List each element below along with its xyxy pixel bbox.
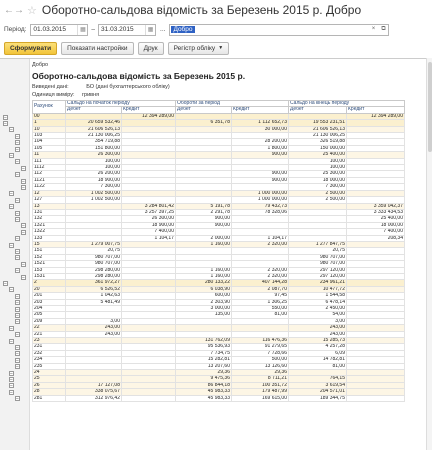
amount-cell: 189 344,75 [288, 394, 347, 403]
outline-toggle-icon[interactable]: − [9, 191, 14, 197]
outline-toggle-icon[interactable]: − [15, 140, 20, 146]
outline-toggle-icon[interactable]: − [21, 261, 26, 267]
amount-cell [121, 394, 176, 403]
report-table: Рахунок Сальдо на початок періоду Оборот… [32, 99, 405, 403]
outline-toggle-icon[interactable]: − [9, 389, 14, 395]
account-cell: 281 [32, 394, 66, 403]
date-to-field[interactable]: 31.03.2015 ▦ [98, 23, 157, 36]
outline-toggle-icon[interactable]: − [15, 293, 20, 299]
outline-toggle-icon[interactable]: − [9, 127, 14, 133]
outline-toggle-icon[interactable]: − [21, 274, 26, 280]
date-from-field[interactable]: 01.03.2015 ▦ [30, 23, 89, 36]
amount-cell: 45 983,33 [175, 394, 232, 403]
clear-icon[interactable]: × [368, 26, 378, 33]
outline-toggle-icon[interactable]: − [9, 370, 14, 376]
report-org-name: Добро [32, 62, 49, 68]
date-from-value: 01.03.2015 [33, 26, 66, 33]
outline-toggle-icon[interactable]: − [3, 120, 8, 126]
outline-toggle-icon[interactable]: − [15, 216, 20, 222]
toolbar: Сформувати Показати настройки Друк Регіс… [0, 41, 432, 55]
outline-toggle-icon[interactable]: − [15, 332, 20, 338]
outline-toggle-icon[interactable]: − [15, 344, 20, 350]
organization-value: Добро [171, 26, 195, 33]
amount-cell [346, 394, 405, 403]
report-data-row: Виведені дані: БО (дані бухгалтерського … [32, 84, 170, 90]
vertical-scrollbar[interactable] [426, 58, 432, 450]
outline-toggle-icon[interactable]: − [15, 319, 20, 325]
register-button[interactable]: Регістр обліку ▼ [167, 41, 230, 55]
outline-toggle-icon[interactable]: − [15, 197, 20, 203]
table-header-row: Рахунок Сальдо на початок періоду Оборот… [32, 99, 405, 114]
outline-toggle-icon[interactable]: − [15, 236, 20, 242]
period-label: Період: [4, 26, 27, 33]
outline-toggle-icon[interactable]: − [15, 210, 20, 216]
amount-cell: 169 615,00 [231, 394, 289, 403]
outline-toggle-icon[interactable]: − [9, 152, 14, 158]
back-arrow-icon[interactable]: ← [4, 3, 14, 17]
header-account: Рахунок [32, 100, 66, 114]
outline-toggle-icon[interactable]: − [15, 172, 20, 178]
outline-toggle-icon[interactable]: − [15, 351, 20, 357]
outline-toggle-icon[interactable]: − [15, 268, 20, 274]
data-label: Виведені дані: [32, 84, 69, 90]
outline-toggle-icon[interactable]: − [15, 159, 20, 165]
outline-toggle-icon[interactable]: − [15, 306, 20, 312]
outline-toggle-icon[interactable]: − [15, 300, 20, 306]
outline-toggle-icon[interactable]: − [9, 383, 14, 389]
group-gutter: − − − − − − − − − − − − − − − − − − − − − − − − − − − − − − − − − − − − − − − −… [0, 59, 30, 450]
period-params: Період: 01.03.2015 ▦ – 31.03.2015 ▦ ... … [0, 21, 432, 38]
window-titlebar: ← → ☆ Оборотно-сальдова відомість за Бер… [0, 0, 432, 20]
outline-toggle-icon[interactable]: − [9, 376, 14, 382]
outline-toggle-icon[interactable]: − [3, 114, 8, 120]
show-settings-button[interactable]: Показати настройки [61, 41, 134, 55]
generate-button[interactable]: Сформувати [4, 41, 58, 55]
outline-toggle-icon[interactable]: − [21, 184, 26, 190]
outline-toggle-icon[interactable]: − [9, 242, 14, 248]
outline-toggle-icon[interactable]: − [3, 280, 8, 286]
units-label: Одиниця виміру: [32, 92, 75, 98]
register-label: Регістр обліку [173, 44, 216, 52]
units-value: гривня [82, 92, 100, 98]
outline-toggle-icon[interactable]: − [21, 178, 26, 184]
period-separator: – [91, 26, 96, 33]
date-to-value: 31.03.2015 [101, 26, 134, 33]
outline-toggle-icon[interactable]: − [15, 357, 20, 363]
chevron-down-icon: ▼ [218, 45, 224, 51]
outline-toggle-icon[interactable]: − [9, 287, 14, 293]
organization-field[interactable]: Добро × ⧉ [169, 23, 390, 36]
outline-toggle-icon[interactable]: − [21, 165, 26, 171]
outline-toggle-icon[interactable]: − [15, 255, 20, 261]
calendar-icon[interactable]: ▦ [145, 24, 155, 35]
outline-toggle-icon[interactable]: − [21, 223, 26, 229]
period-select-button[interactable]: ... [160, 26, 165, 33]
outline-toggle-icon[interactable]: − [15, 133, 20, 139]
amount-cell: 312 976,42 [65, 394, 122, 403]
outline-toggle-icon[interactable]: − [15, 312, 20, 318]
favorite-star-icon[interactable]: ☆ [27, 4, 37, 17]
outline-toggle-icon[interactable]: − [9, 204, 14, 210]
data-value: БО (дані бухгалтерського обліку) [86, 84, 170, 90]
outline-toggle-icon[interactable]: − [15, 248, 20, 254]
report-units-row: Одиниця виміру: гривня [32, 92, 99, 98]
outline-toggle-icon[interactable]: − [9, 338, 14, 344]
outline-toggle-icon[interactable]: − [9, 325, 14, 331]
report-title: Оборотно-сальдова відомість за Березень … [32, 71, 246, 81]
open-icon[interactable]: ⧉ [378, 26, 388, 33]
table-row[interactable]: 281 312 976,42 45 983,33 169 615,00 189 344,… [32, 394, 405, 403]
forward-arrow-icon[interactable]: → [14, 3, 24, 17]
report-sheet[interactable]: − − − − − − − − − − − − − − − − − − − − − − − − − − − − − − − − − − − − − − − −… [0, 58, 432, 450]
print-button[interactable]: Друк [137, 41, 164, 55]
window-title: Оборотно-сальдова відомість за Березень … [41, 3, 362, 17]
scrollbar-thumb[interactable] [428, 62, 432, 152]
calendar-icon[interactable]: ▦ [77, 24, 87, 35]
outline-toggle-icon[interactable]: − [15, 396, 20, 402]
outline-toggle-icon[interactable]: − [15, 364, 20, 370]
outline-toggle-icon[interactable]: − [21, 229, 26, 235]
outline-toggle-icon[interactable]: − [15, 146, 20, 152]
